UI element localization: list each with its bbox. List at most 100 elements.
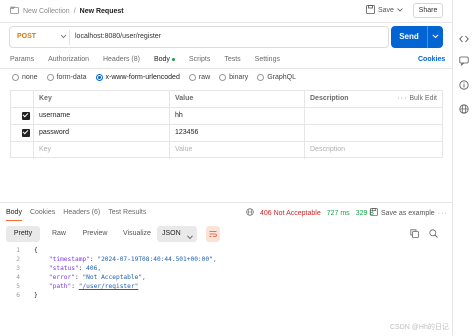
radio-none[interactable]: none bbox=[12, 74, 38, 81]
radio-graphql[interactable]: GraphQL bbox=[257, 74, 296, 81]
globe-icon[interactable] bbox=[459, 104, 469, 114]
response-tab-test-results[interactable]: Test Results bbox=[108, 209, 146, 216]
table-header-row: Key Value Description ··· Bulk Edit bbox=[11, 91, 442, 108]
method-divider bbox=[69, 30, 70, 45]
url-bar: POST localhost:8080/user/register bbox=[9, 26, 389, 48]
radio-x-www-form-urlencoded[interactable]: x-www-form-urlencoded bbox=[95, 74, 180, 81]
row-checkbox[interactable] bbox=[22, 112, 30, 120]
format-preview[interactable]: Preview bbox=[76, 226, 114, 242]
code-line: 4 "error": "Not Acceptable", bbox=[10, 273, 440, 282]
tab-body-label: Body bbox=[153, 56, 170, 63]
row-value-cell[interactable]: hh bbox=[169, 108, 304, 125]
line-number: 2 bbox=[16, 256, 20, 264]
code-line: 2 "timestamp": "2024-07-19T08:40:44.501+… bbox=[10, 255, 440, 264]
comment-icon[interactable] bbox=[459, 56, 469, 67]
wrap-icon bbox=[209, 231, 217, 240]
new-value-input[interactable]: Value bbox=[169, 142, 304, 159]
tab-authorization[interactable]: Authorization bbox=[48, 56, 89, 63]
row-description-cell[interactable] bbox=[304, 125, 443, 142]
json-link-value[interactable]: "/user/register" bbox=[79, 283, 139, 290]
tab-body[interactable]: Body bbox=[153, 56, 175, 69]
copy-icon[interactable] bbox=[410, 229, 419, 240]
share-button[interactable]: Share bbox=[413, 3, 443, 18]
response-time[interactable]: 727 ms bbox=[327, 210, 350, 217]
line-number: 5 bbox=[16, 283, 20, 291]
radio-circle-selected bbox=[95, 74, 103, 81]
radio-raw[interactable]: raw bbox=[188, 74, 211, 81]
radio-label: none bbox=[22, 74, 38, 81]
tab-settings[interactable]: Settings bbox=[255, 56, 280, 63]
chevron-down-icon bbox=[432, 34, 439, 41]
radio-circle bbox=[219, 74, 227, 81]
row-key-cell[interactable]: password bbox=[33, 125, 169, 142]
breadcrumb-separator: / bbox=[73, 7, 76, 15]
save-button[interactable]: Save bbox=[366, 3, 404, 18]
cookies-link[interactable]: Cookies bbox=[418, 56, 445, 63]
tab-tests[interactable]: Tests bbox=[224, 56, 240, 63]
row-checkbox-cell bbox=[11, 108, 33, 125]
radio-label: form-data bbox=[56, 74, 87, 81]
tab-scripts[interactable]: Scripts bbox=[189, 56, 210, 63]
table-row-new: Key Value Description bbox=[11, 142, 442, 159]
wrap-lines-button[interactable] bbox=[206, 226, 220, 242]
url-input[interactable]: localhost:8080/user/register bbox=[75, 33, 161, 40]
format-pretty[interactable]: Pretty bbox=[6, 226, 40, 242]
method-select[interactable]: POST bbox=[17, 33, 36, 40]
info-icon[interactable] bbox=[459, 80, 469, 90]
table-row: password 123456 bbox=[11, 125, 442, 142]
response-body-code[interactable]: 1 { 2 "timestamp": "2024-07-19T08:40:44.… bbox=[10, 246, 440, 301]
radio-label: binary bbox=[229, 74, 249, 81]
response-meta: 406 Not Acceptable 727 ms 329 B bbox=[246, 208, 374, 218]
row-checkbox-cell bbox=[11, 125, 33, 142]
radio-form-data[interactable]: form-data bbox=[46, 74, 87, 81]
more-icon: ··· bbox=[397, 95, 408, 102]
tab-headers[interactable]: Headers (8) bbox=[103, 56, 140, 63]
collection-icon bbox=[10, 6, 19, 16]
chevron-down-icon bbox=[397, 7, 403, 14]
bulk-edit-label: Bulk Edit bbox=[409, 95, 437, 102]
row-checkbox-cell bbox=[11, 142, 33, 159]
code-line: 5 "path": "/user/register" bbox=[10, 282, 440, 291]
more-icon[interactable]: ··· bbox=[438, 210, 448, 217]
radio-binary[interactable]: binary bbox=[219, 74, 248, 81]
breadcrumb-collection[interactable]: New Collection bbox=[23, 8, 70, 15]
code-icon[interactable] bbox=[459, 34, 469, 44]
row-value-cell[interactable]: 123456 bbox=[169, 125, 304, 142]
json-key: "error" bbox=[48, 274, 75, 282]
response-toolbar: Pretty Raw Preview Visualize JSON bbox=[6, 226, 439, 242]
column-header-description: Description ··· Bulk Edit bbox=[304, 91, 443, 108]
row-description-cell[interactable] bbox=[304, 108, 443, 125]
send-options-button[interactable] bbox=[427, 26, 443, 48]
status-badge[interactable]: 406 Not Acceptable bbox=[260, 210, 321, 217]
globe-icon[interactable] bbox=[246, 208, 254, 218]
header-checkbox-cell bbox=[11, 91, 33, 108]
response-tab-headers-label: Headers (6) bbox=[63, 209, 101, 216]
chevron-down-icon[interactable] bbox=[60, 32, 67, 43]
watermark: CSDN @Hh的日记 bbox=[390, 324, 449, 331]
new-description-input[interactable]: Description bbox=[304, 142, 443, 159]
format-raw[interactable]: Raw bbox=[46, 226, 72, 242]
response-tab-headers[interactable]: Headers (6) bbox=[63, 209, 100, 216]
save-as-example-button[interactable]: Save as example ··· bbox=[370, 208, 448, 218]
column-header-value: Value bbox=[169, 91, 304, 108]
format-visualize[interactable]: Visualize bbox=[116, 226, 158, 242]
breadcrumb-request-name[interactable]: New Request bbox=[80, 8, 124, 15]
send-button[interactable]: Send bbox=[391, 26, 427, 48]
response-tab-body[interactable]: Body bbox=[6, 209, 22, 221]
request-header: New Collection / New Request Save Share bbox=[0, 0, 452, 22]
tab-params[interactable]: Params bbox=[10, 56, 34, 63]
language-select[interactable]: JSON bbox=[157, 226, 197, 242]
radio-label: raw bbox=[198, 74, 211, 81]
search-icon[interactable] bbox=[429, 229, 438, 240]
new-key-input[interactable]: Key bbox=[33, 142, 169, 159]
row-checkbox[interactable] bbox=[22, 129, 30, 137]
row-key-cell[interactable]: username bbox=[33, 108, 169, 125]
response-tab-cookies[interactable]: Cookies bbox=[30, 209, 55, 216]
right-sidebar bbox=[452, 0, 474, 336]
code-line: 3 "status": 406, bbox=[10, 264, 440, 273]
radio-label: GraphQL bbox=[267, 74, 296, 81]
radio-circle bbox=[12, 74, 19, 81]
radio-label: x-www-form-urlencoded bbox=[105, 74, 180, 81]
bulk-edit-button[interactable]: ··· Bulk Edit bbox=[397, 91, 437, 107]
column-header-description-label: Description bbox=[310, 95, 349, 102]
